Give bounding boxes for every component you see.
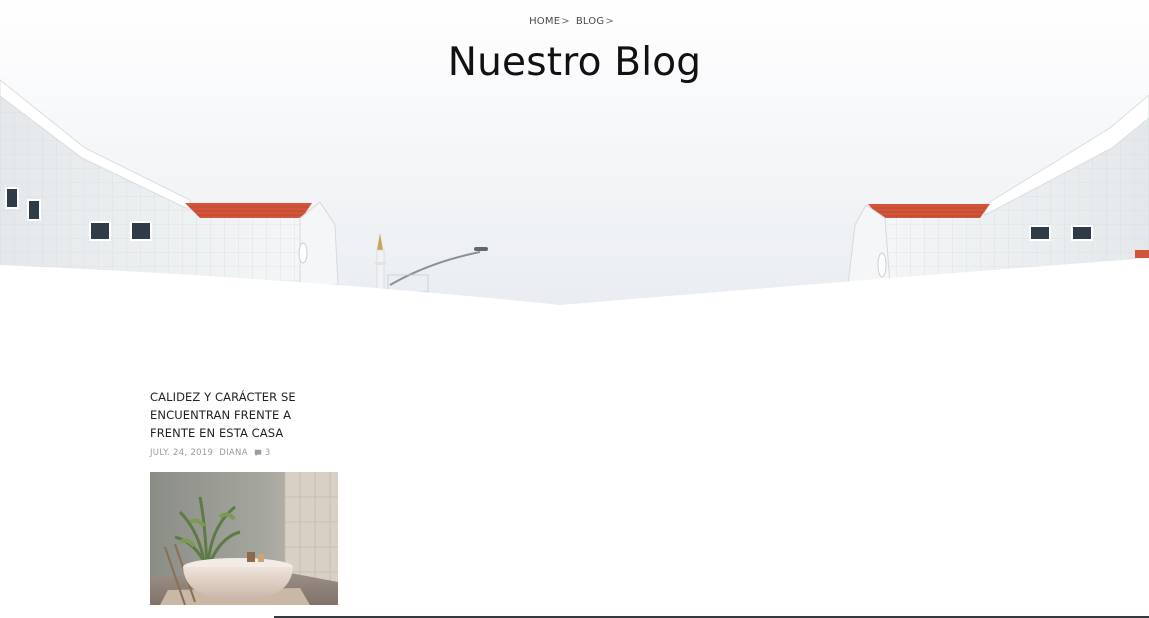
- page: HOME> BLOG> Nuestro Blog CALIDEZ Y CARÁCT…: [0, 0, 1149, 618]
- blog-post-card: CALIDEZ Y CARÁCTER SE ENCUENTRAN FRENTE …: [150, 388, 340, 605]
- post-comments-count: 3: [264, 448, 271, 458]
- page-title: Nuestro Blog: [447, 40, 702, 85]
- post-comments[interactable]: 3: [254, 448, 271, 458]
- breadcrumb-item-home[interactable]: HOME: [529, 16, 560, 27]
- chevron-right-icon: >: [561, 16, 570, 27]
- post-title-link[interactable]: CALIDEZ Y CARÁCTER SE ENCUENTRAN FRENTE …: [150, 388, 340, 442]
- post-author[interactable]: DIANA: [219, 448, 248, 458]
- post-thumbnail[interactable]: [150, 472, 338, 605]
- hero-banner: HOME> BLOG> Nuestro Blog: [0, 0, 1149, 305]
- chevron-right-icon: >: [605, 16, 614, 27]
- post-meta: JULY. 24, 2019 DIANA 3: [150, 448, 340, 458]
- bathroom-photo-icon: [150, 472, 338, 605]
- breadcrumb: HOME> BLOG>: [0, 16, 1149, 27]
- breadcrumb-item-blog[interactable]: BLOG: [576, 16, 605, 27]
- comment-icon: [254, 449, 262, 457]
- post-date: JULY. 24, 2019: [150, 448, 214, 458]
